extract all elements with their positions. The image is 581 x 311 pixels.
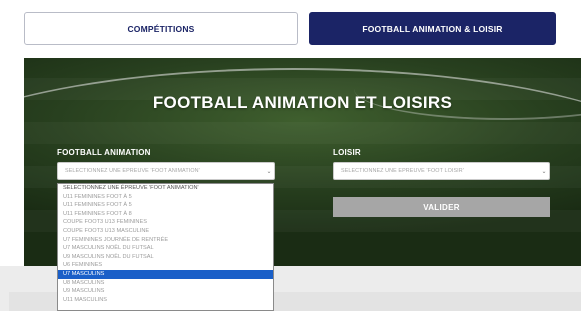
dropdown-option[interactable]: U9 MASCULINS NOËL DU FUTSAL [58, 253, 273, 262]
loisir-select-value: SELECTIONNEZ UNE ÉPREUVE 'FOOT LOISIR' [341, 168, 464, 174]
dropdown-option[interactable]: U7 FEMININES JOURNÉE DE RENTRÉE [58, 236, 273, 245]
valider-button[interactable]: VALIDER [333, 197, 550, 217]
dropdown-option[interactable]: U9 MASCULINS [58, 287, 273, 296]
tab-competitions[interactable]: COMPÉTITIONS [24, 12, 298, 45]
dropdown-option[interactable]: SELECTIONNEZ UNE ÉPREUVE 'FOOT ANIMATION… [58, 184, 273, 193]
dropdown-option[interactable]: U11 FEMININES FOOT À 5 [58, 201, 273, 210]
dropdown-option[interactable]: U11 MASCULINS [58, 296, 273, 305]
dropdown-option[interactable]: U11 FEMININES FOOT À 5 [58, 193, 273, 202]
football-animation-select[interactable]: SELECTIONNEZ UNE ÉPREUVE 'FOOT ANIMATION… [57, 162, 275, 180]
dropdown-option[interactable]: COUPE FOOT3 U13 FEMININES [58, 218, 273, 227]
dropdown-option[interactable]: U6 FEMININES [58, 261, 273, 270]
page-title: FOOTBALL ANIMATION ET LOISIRS [152, 93, 453, 112]
football-animation-dropdown-list[interactable]: SELECTIONNEZ UNE ÉPREUVE 'FOOT ANIMATION… [57, 183, 274, 311]
dropdown-option[interactable]: COUPE FOOT3 U13 MASCULINE [58, 227, 273, 236]
chevron-down-icon: ⌄ [266, 168, 272, 175]
football-animation-select-value: SELECTIONNEZ UNE ÉPREUVE 'FOOT ANIMATION… [65, 168, 200, 174]
dropdown-option[interactable]: U7 MASCULINS NOËL DU FUTSAL [58, 244, 273, 253]
loisir-label: LOISIR [333, 148, 361, 157]
loisir-select[interactable]: SELECTIONNEZ UNE ÉPREUVE 'FOOT LOISIR' ⌄ [333, 162, 550, 180]
dropdown-option[interactable]: U8 MASCULINS [58, 279, 273, 288]
tab-football-animation-loisir[interactable]: FOOTBALL ANIMATION & LOISIR [309, 12, 556, 45]
dropdown-option-selected[interactable]: U7 MASCULINS [58, 269, 273, 279]
dropdown-option[interactable]: U11 FEMININES FOOT À 8 [58, 210, 273, 219]
chevron-down-icon: ⌄ [541, 168, 547, 175]
football-animation-label: FOOTBALL ANIMATION [57, 148, 151, 157]
